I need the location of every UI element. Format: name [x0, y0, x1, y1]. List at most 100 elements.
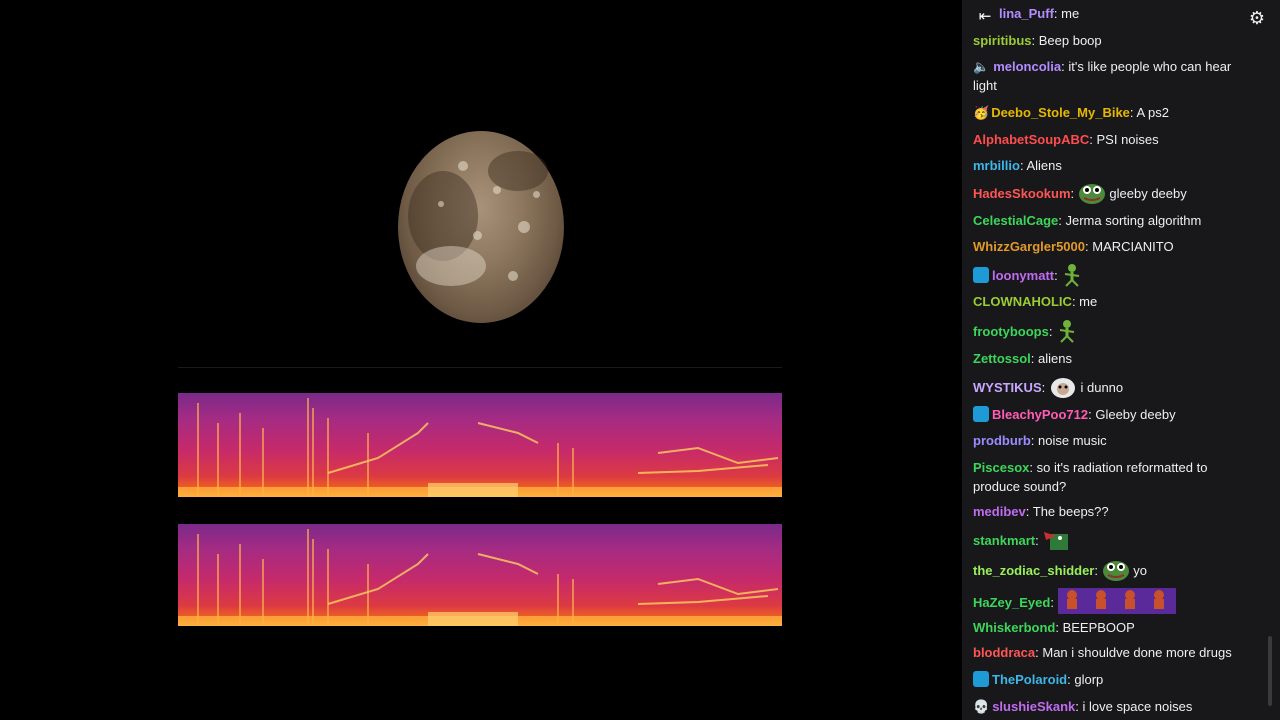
- collapse-arrow-icon[interactable]: ⇤: [974, 6, 996, 28]
- crocodile-emote-icon: [1044, 532, 1069, 550]
- spectrogram-bottom-streaks: [178, 529, 782, 626]
- chat-message: Zettossol: aliens: [973, 349, 1258, 368]
- chat-message: spiritibus: Beep boop: [973, 31, 1258, 50]
- chat-separator: :: [1035, 533, 1043, 548]
- chat-text: The beeps??: [1032, 504, 1109, 519]
- chat-message: BleachyPoo712: Gleeby deeby: [973, 405, 1258, 424]
- chat-username[interactable]: the_zodiac_shidder: [973, 563, 1094, 578]
- chat-text: i dunno: [1080, 380, 1124, 395]
- chat-separator: :: [1058, 213, 1066, 228]
- chat-username[interactable]: WYSTIKUS: [973, 380, 1042, 395]
- chat-separator: :: [1050, 595, 1058, 610]
- chat-message: frootyboops:: [973, 319, 1258, 343]
- chat-username[interactable]: CLOWNAHOLIC: [973, 294, 1072, 309]
- chat-panel: lina_Puff: me spiritibus: Beep boop 🔈 mel…: [962, 0, 1280, 720]
- chat-text: MARCIANITO: [1092, 239, 1174, 254]
- gear-icon[interactable]: ⚙: [1246, 7, 1268, 29]
- chat-message: medibev: The beeps??: [973, 502, 1258, 521]
- chat-username[interactable]: HaZey_Eyed: [973, 595, 1050, 610]
- chat-message: Piscesox: so it's radiation reformatted …: [973, 458, 1258, 496]
- pepe-emote-icon: [1078, 184, 1105, 204]
- chat-text: aliens: [1038, 351, 1072, 366]
- chat-text: noise music: [1038, 433, 1107, 448]
- chat-username[interactable]: meloncolia: [993, 59, 1061, 74]
- gingerbread-emote-row-icon: [1057, 588, 1176, 614]
- chat-text: A ps2: [1136, 105, 1169, 120]
- chat-username[interactable]: lina_Puff: [999, 6, 1054, 21]
- chat-message: the_zodiac_shidder: yo: [973, 558, 1258, 582]
- chat-message: WhizzGargler5000: MARCIANITO: [973, 237, 1258, 256]
- chat-username[interactable]: loonymatt: [992, 268, 1054, 283]
- skull-badge-icon: 💀: [973, 699, 990, 714]
- chat-separator: :: [1029, 460, 1037, 475]
- chat-username[interactable]: Whiskerbond: [973, 620, 1055, 635]
- chat-text: Beep boop: [1038, 33, 1102, 48]
- chat-username[interactable]: slushieSkank: [992, 699, 1075, 714]
- chat-message: HaZey_Eyed:: [973, 588, 1258, 614]
- spectrogram-bottom: [178, 524, 782, 626]
- speaker-icon: 🔈: [973, 59, 990, 74]
- chat-text: Man i shouldve done more drugs: [1042, 645, 1232, 660]
- chat-message: mrbillio: Aliens: [973, 156, 1258, 175]
- chat-username[interactable]: Piscesox: [973, 460, 1029, 475]
- chat-username[interactable]: ThePolaroid: [992, 672, 1067, 687]
- chat-username[interactable]: AlphabetSoupABC: [973, 132, 1089, 147]
- chat-separator: :: [1055, 620, 1063, 635]
- prime-crown-icon[interactable]: [973, 267, 989, 283]
- chat-text: BEEPBOOP: [1062, 620, 1135, 635]
- chat-text: Aliens: [1026, 158, 1062, 173]
- chat-text: me: [1079, 294, 1098, 309]
- chat-scrollbar[interactable]: [1268, 636, 1272, 706]
- chat-username[interactable]: bloddraca: [973, 645, 1035, 660]
- sheep-emote-icon: [1050, 378, 1075, 398]
- chat-username[interactable]: medibev: [973, 504, 1026, 519]
- chat-username[interactable]: BleachyPoo712: [992, 407, 1088, 422]
- alien-dance-emote-icon: [1065, 264, 1080, 287]
- chat-message: WYSTIKUS: i dunno: [973, 375, 1258, 399]
- chat-username[interactable]: Deebo_Stole_My_Bike: [991, 105, 1130, 120]
- chat-message: lina_Puff: me: [973, 4, 1280, 23]
- pepe-emote-icon: [1102, 561, 1129, 581]
- alien-dance-emote-icon: [1059, 320, 1075, 343]
- chat-text: yo: [1133, 563, 1147, 578]
- prime-crown-icon[interactable]: [973, 406, 989, 422]
- moon-image: [398, 131, 564, 323]
- chat-text: me: [1061, 6, 1080, 21]
- chat-username[interactable]: HadesSkookum: [973, 186, 1071, 201]
- chat-text: Jerma sorting algorithm: [1065, 213, 1202, 228]
- chat-separator: :: [1041, 380, 1049, 395]
- chat-username[interactable]: spiritibus: [973, 33, 1032, 48]
- video-player[interactable]: [0, 0, 962, 720]
- spectrogram-top-streaks: [178, 398, 782, 497]
- chat-separator: :: [1030, 351, 1039, 366]
- chat-message: bloddraca: Man i shouldve done more drug…: [973, 643, 1258, 662]
- chat-username[interactable]: WhizzGargler5000: [973, 239, 1085, 254]
- chat-message: CelestialCage: Jerma sorting algorithm: [973, 211, 1258, 230]
- chat-text: glorp: [1074, 672, 1104, 687]
- chat-username[interactable]: stankmart: [973, 533, 1035, 548]
- chat-message: loonymatt:: [973, 263, 1258, 287]
- chat-username[interactable]: prodburb: [973, 433, 1031, 448]
- chat-message: ThePolaroid: glorp: [973, 670, 1258, 689]
- chat-separator: :: [1075, 699, 1083, 714]
- chat-separator: :: [1048, 324, 1057, 339]
- chat-username[interactable]: Zettossol: [973, 351, 1031, 366]
- chat-separator: :: [1094, 563, 1102, 578]
- chat-text: PSI noises: [1096, 132, 1159, 147]
- chat-text: gleeby deeby: [1109, 186, 1187, 201]
- chat-message: prodburb: noise music: [973, 431, 1258, 450]
- chat-message: stankmart:: [973, 528, 1258, 552]
- chat-message: 🥳 Deebo_Stole_My_Bike: A ps2: [973, 103, 1258, 122]
- chat-message: CLOWNAHOLIC: me: [973, 292, 1258, 311]
- spectrogram-top: [178, 393, 782, 497]
- chat-username[interactable]: mrbillio: [973, 158, 1020, 173]
- chat-username[interactable]: frootyboops: [973, 324, 1049, 339]
- chat-separator: :: [1070, 186, 1078, 201]
- chat-text: i love space noises: [1082, 699, 1193, 714]
- chat-separator: :: [1025, 504, 1033, 519]
- chat-username[interactable]: CelestialCage: [973, 213, 1058, 228]
- chat-message: Whiskerbond: BEEPBOOP: [973, 618, 1258, 637]
- chat-separator: :: [1089, 132, 1097, 147]
- chat-separator: :: [1054, 268, 1062, 283]
- prime-crown-icon[interactable]: [973, 671, 989, 687]
